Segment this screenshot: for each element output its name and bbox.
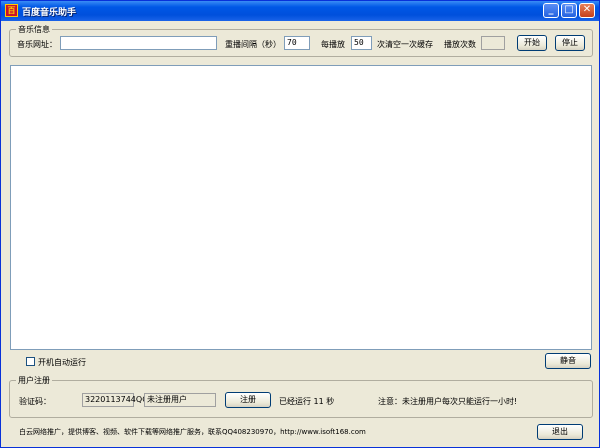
registration-status-field: 未注册用户	[144, 393, 216, 407]
running-time-label: 已经运行 11 秒	[279, 397, 335, 406]
autostart-label: 开机自动运行	[38, 358, 86, 367]
code-field: 3220113744QQVIBE0	[82, 393, 172, 407]
url-label: 音乐网址：	[17, 40, 57, 49]
close-button[interactable]: ✕	[579, 3, 595, 18]
registration-notice: 注意：未注册用户每次只能运行一小时!	[378, 397, 518, 406]
app-icon: 百	[5, 4, 18, 17]
exit-button[interactable]: 退出	[537, 424, 583, 440]
url-input[interactable]	[60, 36, 217, 50]
per-play-label: 每播放	[321, 40, 345, 49]
title-bar[interactable]: 百 百度音乐助手 _ □ ✕	[1, 1, 599, 21]
main-window: 百 百度音乐助手 _ □ ✕ 音乐信息 音乐网址： 重播间隔（秒） 70 每播放…	[0, 0, 600, 448]
autostart-checkbox[interactable]	[26, 357, 35, 366]
mute-button[interactable]: 静音	[545, 353, 591, 369]
code-label: 验证码：	[19, 397, 51, 406]
registration-group-label: 用户注册	[16, 375, 52, 386]
interval-input[interactable]: 70	[284, 36, 310, 50]
window-title: 百度音乐助手	[22, 8, 77, 18]
content-panel[interactable]	[10, 65, 592, 350]
play-count-field	[481, 36, 505, 50]
music-info-group-label: 音乐信息	[16, 24, 52, 35]
start-button[interactable]: 开始	[517, 35, 547, 51]
clear-cache-label: 次清空一次缓存	[377, 40, 433, 49]
per-play-input[interactable]: 50	[351, 36, 372, 50]
interval-label: 重播间隔（秒）	[225, 40, 281, 49]
promo-text: 白云网络推广，提供博客、视频、软件下载等网络推广服务，联系QQ408230970…	[19, 428, 366, 436]
play-count-label: 播放次数	[444, 40, 476, 49]
maximize-button[interactable]: □	[561, 3, 577, 18]
stop-button[interactable]: 停止	[555, 35, 585, 51]
minimize-button[interactable]: _	[543, 3, 559, 18]
register-button[interactable]: 注册	[225, 392, 271, 408]
